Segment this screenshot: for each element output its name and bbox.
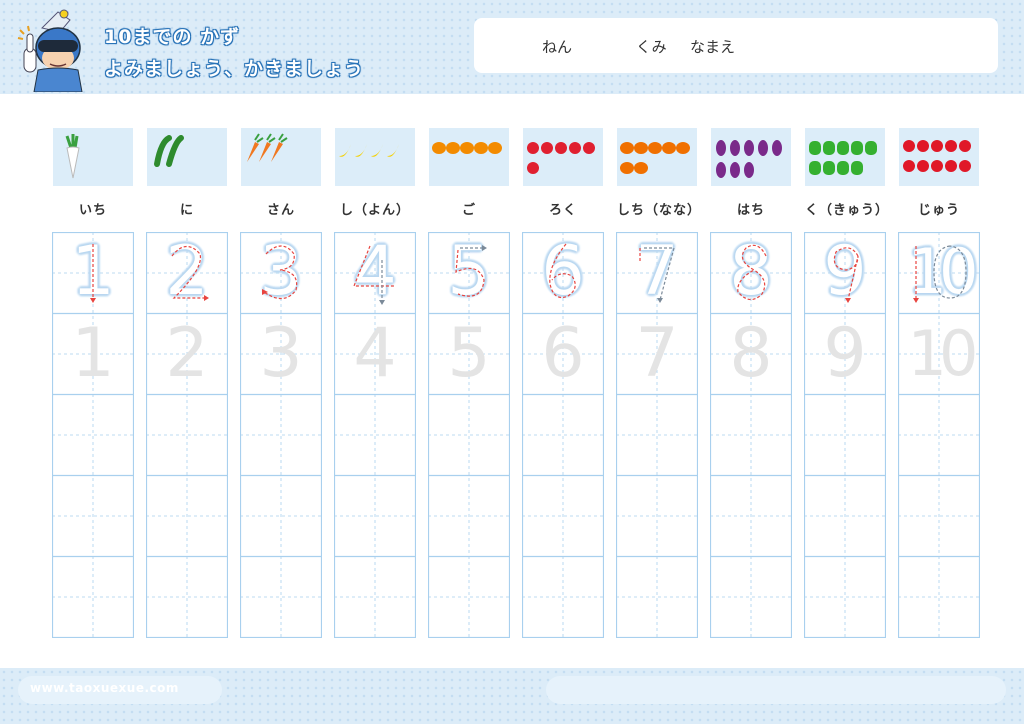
illustration-2 <box>147 128 227 186</box>
practice-numeral-1: 1 <box>71 314 115 393</box>
illustration-7 <box>617 128 697 186</box>
writing-column-8[interactable]: 8 8 <box>710 232 792 638</box>
stroke-guide-3 <box>262 245 298 300</box>
illustration-9 <box>805 128 885 186</box>
illustration-4 <box>335 128 415 186</box>
illustration-6 <box>523 128 603 186</box>
hero-mascot-icon <box>17 9 83 92</box>
practice-numeral-2: 2 <box>165 314 209 393</box>
writing-column-6[interactable]: 6 6 <box>522 232 604 638</box>
writing-column-2[interactable]: 2 2 <box>146 232 228 638</box>
reading-8: はち <box>736 203 765 218</box>
illustration-3 <box>241 128 321 186</box>
stroke-guide-5 <box>455 245 487 297</box>
title-line-1: 10までの かず <box>104 26 241 48</box>
reading-9: く（きゅう） <box>805 203 890 218</box>
stroke-guide-2 <box>171 245 209 301</box>
footer-url[interactable]: www.taoxuexue.com <box>30 681 179 695</box>
practice-numeral-6: 6 <box>541 314 585 393</box>
title-line-2: よみましょう、かきましょう <box>104 58 365 80</box>
practice-numeral-3: 3 <box>259 314 303 393</box>
reading-4: し（よん） <box>339 203 410 218</box>
practice-numeral-10: 10 <box>907 317 979 390</box>
writing-column-1[interactable]: 1 1 <box>52 232 134 638</box>
stroke-guide-7 <box>639 247 675 303</box>
practice-numeral-8: 8 <box>729 314 773 393</box>
year-label: ねん <box>542 38 573 56</box>
practice-numeral-4: 4 <box>353 314 397 393</box>
green-pepper-icon <box>809 141 877 175</box>
stroke-guide-4 <box>353 245 394 305</box>
banana-icon <box>339 144 399 157</box>
reading-10: じゅう <box>917 203 960 218</box>
reading-3: さん <box>266 203 295 218</box>
reading-6: ろく <box>548 203 577 218</box>
footer-pill-right <box>546 676 1006 704</box>
stroke-guide-9 <box>833 247 859 303</box>
stroke-guide-8 <box>737 244 767 301</box>
stroke-guide-1 <box>90 244 96 303</box>
illustration-5 <box>429 128 509 186</box>
illustration-8 <box>711 128 791 186</box>
practice-numeral-9: 9 <box>823 314 867 393</box>
eggplant-icon <box>716 140 782 178</box>
stroke-guide-10 <box>913 245 967 303</box>
orange-icon <box>432 142 502 154</box>
writing-column-3[interactable]: 3 3 <box>240 232 322 638</box>
green-bean-icon <box>154 135 184 167</box>
writing-column-9[interactable]: 9 9 <box>804 232 886 638</box>
pumpkin-icon <box>620 142 690 174</box>
reading-1: いち <box>78 203 107 218</box>
practice-numeral-5: 5 <box>447 314 491 393</box>
reading-5: ご <box>461 203 476 218</box>
class-label: くみ <box>636 38 667 56</box>
writing-column-4[interactable]: 4 4 <box>334 232 416 638</box>
practice-numeral-7: 7 <box>635 314 679 393</box>
reading-7: しち（なな） <box>617 203 702 218</box>
writing-column-10[interactable]: 10 10 <box>898 232 980 638</box>
daikon-icon <box>65 134 80 179</box>
illustration-1 <box>53 128 133 186</box>
illustration-10 <box>899 128 979 186</box>
tomato-icon <box>903 140 971 172</box>
writing-column-5[interactable]: 5 5 <box>428 232 510 638</box>
name-label: なまえ <box>690 38 736 56</box>
reading-2: に <box>179 203 194 218</box>
stroke-guide-6 <box>549 243 576 299</box>
writing-column-7[interactable]: 7 7 <box>616 232 698 638</box>
carrot-icon <box>247 133 288 162</box>
apple-icon <box>527 142 595 174</box>
